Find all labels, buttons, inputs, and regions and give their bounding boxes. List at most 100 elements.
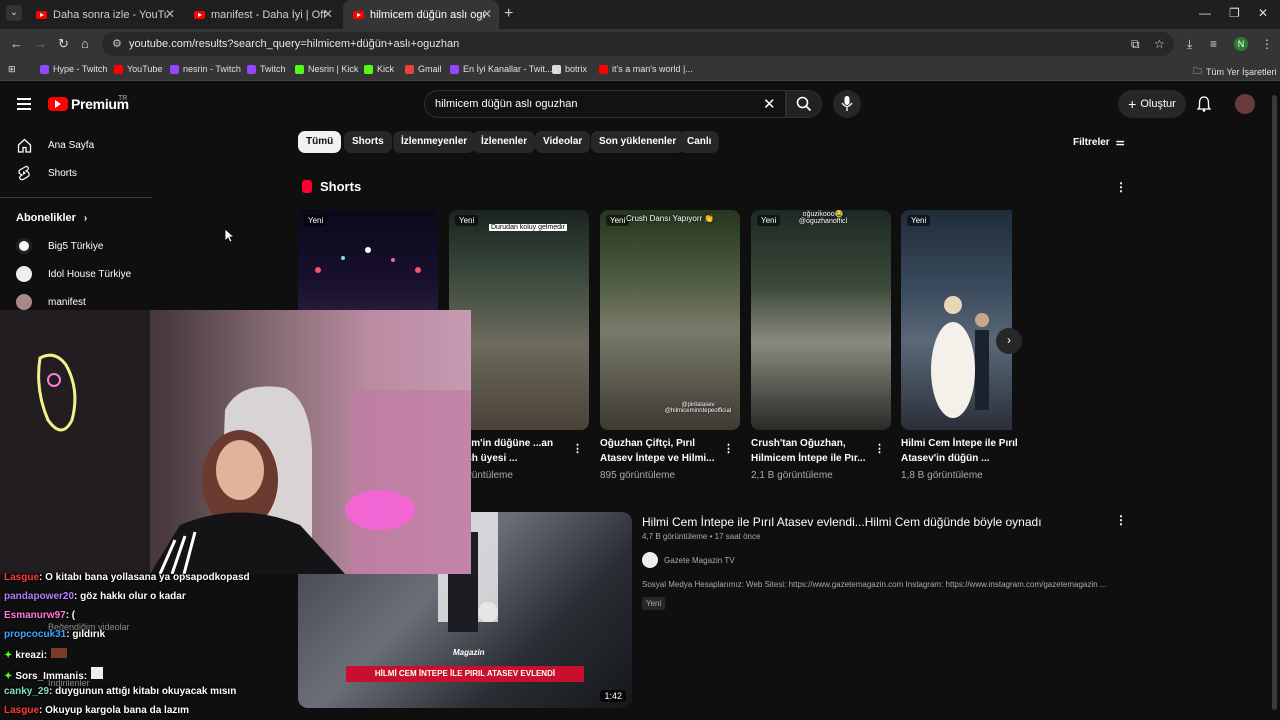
- close-tab-icon[interactable]: ✕: [165, 7, 175, 21]
- filters-button[interactable]: Filtreler ⚌: [1073, 137, 1125, 148]
- short-more-icon[interactable]: ⋮: [572, 442, 583, 455]
- short-more-icon[interactable]: ⋮: [874, 442, 885, 455]
- home-icon[interactable]: ⌂: [81, 36, 89, 51]
- video-title[interactable]: Hilmi Cem İntepe ile Pırıl Atasev evlend…: [642, 515, 1042, 529]
- new-tab-icon[interactable]: +: [504, 5, 513, 23]
- short-thumbnail[interactable]: Yeni oğuzikooo😂 @oguzhanofficl: [751, 210, 891, 430]
- microphone-icon: [841, 96, 853, 111]
- channel-name: manifest: [48, 296, 86, 308]
- bookmark-item[interactable]: Twitch: [247, 64, 286, 74]
- restore-icon[interactable]: ❐: [1229, 6, 1240, 20]
- install-app-icon[interactable]: ⧉: [1131, 37, 1140, 52]
- video-more-icon[interactable]: ⋮: [1115, 513, 1127, 527]
- all-bookmarks[interactable]: 🗀 Tüm Yer İşaretleri: [1193, 64, 1277, 80]
- bookmark-label: nesrin - Twitch: [183, 64, 241, 74]
- bookmark-item[interactable]: Kick: [364, 64, 394, 74]
- search-icon: [796, 96, 812, 112]
- chip-recent[interactable]: Son yüklenenler: [591, 131, 685, 153]
- short-thumbnail[interactable]: Yeni: [901, 210, 1012, 430]
- bookmark-item[interactable]: botrix: [552, 64, 587, 74]
- short-more-icon[interactable]: ⋮: [723, 442, 734, 455]
- chip-watched[interactable]: İzlenenler: [473, 131, 536, 153]
- folder-icon: 🗀: [1193, 66, 1203, 76]
- bookmark-item[interactable]: Gmail: [405, 64, 442, 74]
- sidebar-channel[interactable]: Big5 Türkiye: [16, 236, 103, 256]
- all-bookmarks-label: Tüm Yer İşaretleri: [1206, 67, 1277, 77]
- create-button[interactable]: + Oluştur: [1118, 90, 1186, 118]
- forward-icon[interactable]: →: [34, 36, 47, 51]
- chat-username: Lasgue: [4, 572, 40, 583]
- voice-search-button[interactable]: [833, 90, 861, 118]
- media-control-icon[interactable]: ≡: [1210, 37, 1217, 51]
- video-channel[interactable]: Gazete Magazin TV: [642, 552, 735, 568]
- youtube-favicon-icon: [353, 10, 364, 19]
- create-label: Oluştur: [1140, 98, 1176, 110]
- short-thumbnail[interactable]: Yeni Crush Dansı Yapıyorr 👏 @pirilatasev…: [600, 210, 740, 430]
- bookmark-item[interactable]: YouTube: [114, 64, 162, 74]
- clear-search-icon[interactable]: ✕: [763, 95, 776, 113]
- mouse-cursor-icon: [225, 229, 235, 243]
- browser-tab-2[interactable]: manifest - Daha İyi | Official Mu ✕: [184, 0, 340, 29]
- close-tab-icon[interactable]: ✕: [323, 7, 333, 21]
- chevron-right-icon: ›: [83, 213, 88, 224]
- close-tab-icon[interactable]: ✕: [482, 7, 492, 21]
- thumbnail-brand: Magazin: [453, 648, 485, 657]
- chip-shorts[interactable]: Shorts: [344, 131, 392, 153]
- downloads-icon[interactable]: ⤓: [1187, 37, 1192, 52]
- search-button[interactable]: [786, 90, 822, 118]
- subscriptions-heading[interactable]: Abonelikler ›: [16, 212, 87, 224]
- emote-icon: [51, 648, 68, 658]
- chat-username: Sors_Immanis: [15, 671, 84, 682]
- sidebar-item-label: Shorts: [48, 167, 77, 179]
- bookmark-item[interactable]: Hype - Twitch: [40, 64, 107, 74]
- short-overlay-caption: @pirilatasev @hilmiceminntepeofficial: [664, 402, 732, 414]
- video-meta: 4,7 B görüntüleme • 17 saat önce: [642, 532, 761, 541]
- sidebar-item-label: Ana Sayfa: [48, 139, 95, 151]
- bookmark-item[interactable]: nesrin - Twitch: [170, 64, 241, 74]
- minimize-icon[interactable]: —: [1199, 6, 1211, 20]
- sidebar-channel[interactable]: manifest: [16, 292, 86, 312]
- bookmark-item[interactable]: En İyi Kanallar - Twit...: [450, 64, 552, 74]
- profile-avatar[interactable]: N: [1234, 37, 1248, 51]
- youtube-logo[interactable]: Premium: [48, 96, 129, 112]
- notifications-icon[interactable]: [1196, 96, 1212, 117]
- home-icon: [16, 137, 32, 153]
- tab-search-button[interactable]: ⌄: [6, 5, 22, 21]
- back-icon[interactable]: ←: [10, 36, 23, 51]
- bookmark-item[interactable]: Nesrin | Kick: [295, 64, 358, 74]
- bookmark-item[interactable]: it's a man's world |...: [599, 64, 693, 74]
- address-bar[interactable]: ⚙ youtube.com/results?search_query=hilmi…: [102, 32, 1174, 56]
- short-title[interactable]: Crush'tan Oğuzhan, Hilmicem İntepe ile P…: [751, 436, 871, 466]
- chip-videos[interactable]: Videolar: [535, 131, 591, 153]
- page-scrollbar[interactable]: [1272, 95, 1277, 710]
- chat-message: Lasgue: O kitabı bana yollasana ya opsap…: [4, 572, 250, 583]
- shorts-heading: Shorts: [320, 179, 362, 194]
- short-title[interactable]: Hilmi Cem İntepe ile Pırıl Atasev'in düğ…: [901, 436, 1021, 466]
- bookmark-star-icon[interactable]: ☆: [1154, 37, 1165, 51]
- short-title[interactable]: Oğuzhan Çiftçi, Pırıl Atasev İntepe ve H…: [600, 436, 720, 466]
- browser-tab-1[interactable]: Daha sonra izle - YouTube ✕: [26, 0, 182, 29]
- search-input[interactable]: hilmicem düğün aslı oguzhan: [424, 90, 786, 118]
- close-window-icon[interactable]: ✕: [1258, 6, 1268, 20]
- more-options-icon[interactable]: ⋮: [1115, 180, 1127, 194]
- guide-menu-icon[interactable]: [17, 98, 31, 113]
- chip-all[interactable]: Tümü: [298, 131, 342, 153]
- webcam-feed: [0, 310, 471, 574]
- apps-icon[interactable]: ⊞: [8, 64, 16, 75]
- browser-tab-3[interactable]: hilmicem düğün aslı oguzhan - ✕: [343, 0, 499, 29]
- sidebar-channel[interactable]: Idol House Türkiye: [16, 264, 131, 284]
- next-shorts-button[interactable]: ›: [996, 328, 1022, 354]
- chip-unwatched[interactable]: İzlenmeyenler: [393, 131, 476, 153]
- sliders-icon: ⚌: [1115, 137, 1125, 148]
- reload-icon[interactable]: ↻: [58, 36, 69, 52]
- chat-message: ✦ kreazi:: [4, 648, 68, 661]
- browser-menu-icon[interactable]: ⋮: [1261, 37, 1273, 51]
- site-info-icon[interactable]: ⚙: [112, 37, 122, 50]
- chat-text: : (: [65, 610, 76, 621]
- tab-strip: ⌄ Daha sonra izle - YouTube ✕ manifest -…: [0, 0, 1280, 29]
- chip-live[interactable]: Canlı: [679, 131, 720, 153]
- sidebar-item-home[interactable]: Ana Sayfa: [16, 135, 94, 155]
- sidebar-item-shorts[interactable]: Shorts: [16, 163, 77, 183]
- chat-message: Lasgue: Okuyup kargola bana da lazım: [4, 705, 189, 716]
- account-avatar[interactable]: [1235, 94, 1255, 114]
